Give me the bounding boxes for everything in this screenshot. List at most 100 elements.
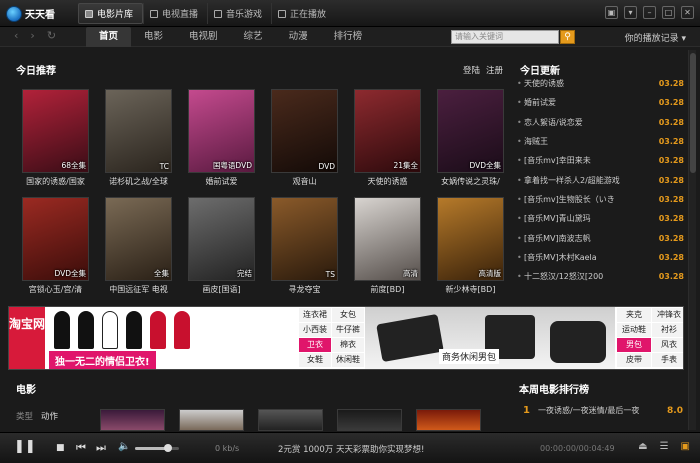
play-history-link[interactable]: 你的播放记录 ▾ [625, 31, 686, 44]
volume-knob[interactable] [164, 444, 172, 452]
volume-icon[interactable]: 🔈 [118, 441, 130, 452]
movie-card[interactable]: 高清版新少林寺[BD] [437, 197, 504, 295]
movie-poster[interactable]: TS [271, 197, 338, 281]
stop-icon[interactable]: ■ [56, 443, 65, 453]
scrollbar[interactable] [688, 50, 696, 430]
nav-tab-ranking[interactable]: 排行榜 [321, 27, 376, 47]
tab-movie-library[interactable]: 电影片库 [78, 3, 144, 24]
refresh-icon[interactable]: ↻ [47, 29, 56, 42]
update-title[interactable]: [音乐MV]青山黛玛 [524, 213, 649, 224]
update-title[interactable]: 恋人絮语/说恋爱 [524, 117, 649, 128]
update-title[interactable]: [音乐MV]南波志帆 [524, 233, 649, 244]
ad-category-link[interactable]: 卫衣 [299, 338, 331, 352]
update-item[interactable]: [音乐MV]青山黛玛 03.28 [514, 209, 684, 228]
movie-card[interactable]: TS 寻龙夺宝 [271, 197, 338, 295]
movie-card[interactable]: 完结 画皮[国语] [188, 197, 255, 295]
movie-caption[interactable]: 诺杉矶之战/全球 [105, 176, 172, 187]
update-item[interactable]: [音乐mv]幸田来未 03.28 [514, 151, 684, 170]
movie-poster[interactable]: DVD全集 [22, 197, 89, 281]
update-title[interactable]: 天使的诱惑 [524, 78, 649, 89]
ad-category-link[interactable]: 女包 [332, 308, 364, 322]
ad-category-link[interactable]: 牛仔裤 [332, 323, 364, 337]
update-item[interactable]: [音乐mv]生物股长（いき 03.28 [514, 190, 684, 209]
ad-category-link[interactable]: 手表 [652, 353, 683, 367]
maximize-icon[interactable]: □ [662, 6, 675, 19]
movie-poster[interactable]: 完结 [188, 197, 255, 281]
movie-poster[interactable]: 高清 [354, 197, 421, 281]
tab-tv-live[interactable]: 电视直播 [143, 3, 207, 24]
movie-card[interactable]: 68全集国家的诱惑/国家 [22, 89, 89, 187]
volume-slider[interactable] [135, 444, 179, 452]
ad-category-link[interactable]: 连衣裙 [299, 308, 331, 322]
update-item[interactable]: [音乐MV]南波志帆 03.28 [514, 228, 684, 247]
login-link[interactable]: 登陆 [463, 64, 480, 76]
movie-card[interactable]: DVD全集宫锁心玉/宫/清 [22, 197, 89, 295]
movie-card[interactable]: DVD全集 女娲传说之灵珠/ [437, 89, 504, 187]
movie-caption[interactable]: 观音山 [271, 176, 338, 187]
movie-caption[interactable]: 国家的诱惑/国家 [22, 176, 89, 187]
ad-category-link[interactable]: 衬衫 [652, 323, 683, 337]
movie-poster[interactable]: DVD [271, 89, 338, 173]
nav-tab-tv[interactable]: 电视剧 [176, 27, 231, 47]
movie-card[interactable]: 21集全天使的诱惑 [354, 89, 421, 187]
ad-category-link[interactable]: 冲锋衣 [652, 308, 683, 322]
movie-caption[interactable]: 婚前试爱 [188, 176, 255, 187]
ad-category-link[interactable]: 男包 [617, 338, 651, 352]
ad-category-link[interactable]: 女鞋 [299, 353, 331, 367]
update-title[interactable]: 海贼王 [524, 136, 649, 147]
ad-category-link[interactable]: 皮带 [617, 353, 651, 367]
movie-card[interactable]: 高清 前度[BD] [354, 197, 421, 295]
tab-music-games[interactable]: 音乐游戏 [207, 3, 271, 24]
movie-card[interactable]: 全集中国远征军 电视 [105, 197, 172, 295]
nav-tab-variety[interactable]: 综艺 [231, 27, 276, 47]
update-title[interactable]: [音乐mv]幸田来未 [524, 155, 649, 166]
ranking-item[interactable]: 1 一夜诱惑/一夜迷情/最后一夜 8.0 [523, 405, 683, 416]
movie-poster[interactable]: 国粤语DVD [188, 89, 255, 173]
ad-category-link[interactable]: 小西装 [299, 323, 331, 337]
movie-caption[interactable]: 寻龙夺宝 [271, 284, 338, 295]
nav-tab-movies[interactable]: 电影 [131, 27, 176, 47]
search-icon[interactable]: ⚲ [560, 30, 575, 44]
ad-category-link[interactable]: 运动鞋 [617, 323, 651, 337]
fullscreen-icon[interactable]: ▣ [681, 441, 690, 452]
nav-tab-anime[interactable]: 动漫 [276, 27, 321, 47]
close-icon[interactable]: ✕ [681, 6, 694, 19]
movie-card[interactable]: 国粤语DVD 婚前试爱 [188, 89, 255, 187]
minimize-icon[interactable]: – [643, 6, 656, 19]
movie-poster[interactable]: 68全集 [22, 89, 89, 173]
ad-category-link[interactable]: 夹克 [617, 308, 651, 322]
update-title[interactable]: [音乐MV]木村Kaela [524, 252, 649, 263]
update-item[interactable]: 婚前试爱 03.28 [514, 93, 684, 112]
menu-icon[interactable]: ▾ [624, 6, 637, 19]
nav-tab-home[interactable]: 首页 [86, 27, 132, 47]
pause-icon[interactable]: ❚❚ [14, 439, 36, 454]
ad-category-link[interactable]: 棉衣 [332, 338, 364, 352]
back-icon[interactable]: ‹ [14, 29, 18, 42]
movie-thumb[interactable] [179, 409, 244, 431]
movie-card[interactable]: TC 诺杉矶之战/全球 [105, 89, 172, 187]
update-title[interactable]: 拿着找一样杀人2/超能游戏 [524, 175, 649, 186]
movie-thumb[interactable] [416, 409, 481, 431]
movie-caption[interactable]: 新少林寺[BD] [437, 284, 504, 295]
movie-caption[interactable]: 天使的诱惑 [354, 176, 421, 187]
register-link[interactable]: 注册 [486, 64, 503, 76]
skin-icon[interactable]: ▣ [605, 6, 618, 19]
forward-icon[interactable]: › [30, 29, 34, 42]
eject-icon[interactable]: ⏏ [638, 441, 647, 452]
movie-caption[interactable]: 宫锁心玉/宫/清 [22, 284, 89, 295]
update-item[interactable]: 天使的诱惑 03.28 [514, 74, 684, 93]
movie-poster[interactable]: TC [105, 89, 172, 173]
movie-thumb[interactable] [100, 409, 165, 431]
movie-caption[interactable]: 中国远征军 电视 [105, 284, 172, 295]
ad-category-link[interactable]: 风衣 [652, 338, 683, 352]
filter-action[interactable]: 动作 [41, 410, 58, 422]
movie-thumb[interactable] [258, 409, 323, 431]
movie-poster[interactable]: 全集 [105, 197, 172, 281]
update-item[interactable]: 十二怒汉/12怒汉[200 03.28 [514, 267, 684, 286]
update-item[interactable]: [音乐MV]木村Kaela 03.28 [514, 248, 684, 267]
movie-poster[interactable]: 高清版 [437, 197, 504, 281]
ad-category-link[interactable]: 休闲鞋 [332, 353, 364, 367]
movie-poster[interactable]: DVD全集 [437, 89, 504, 173]
movie-card[interactable]: DVD 观音山 [271, 89, 338, 187]
movie-poster[interactable]: 21集全 [354, 89, 421, 173]
